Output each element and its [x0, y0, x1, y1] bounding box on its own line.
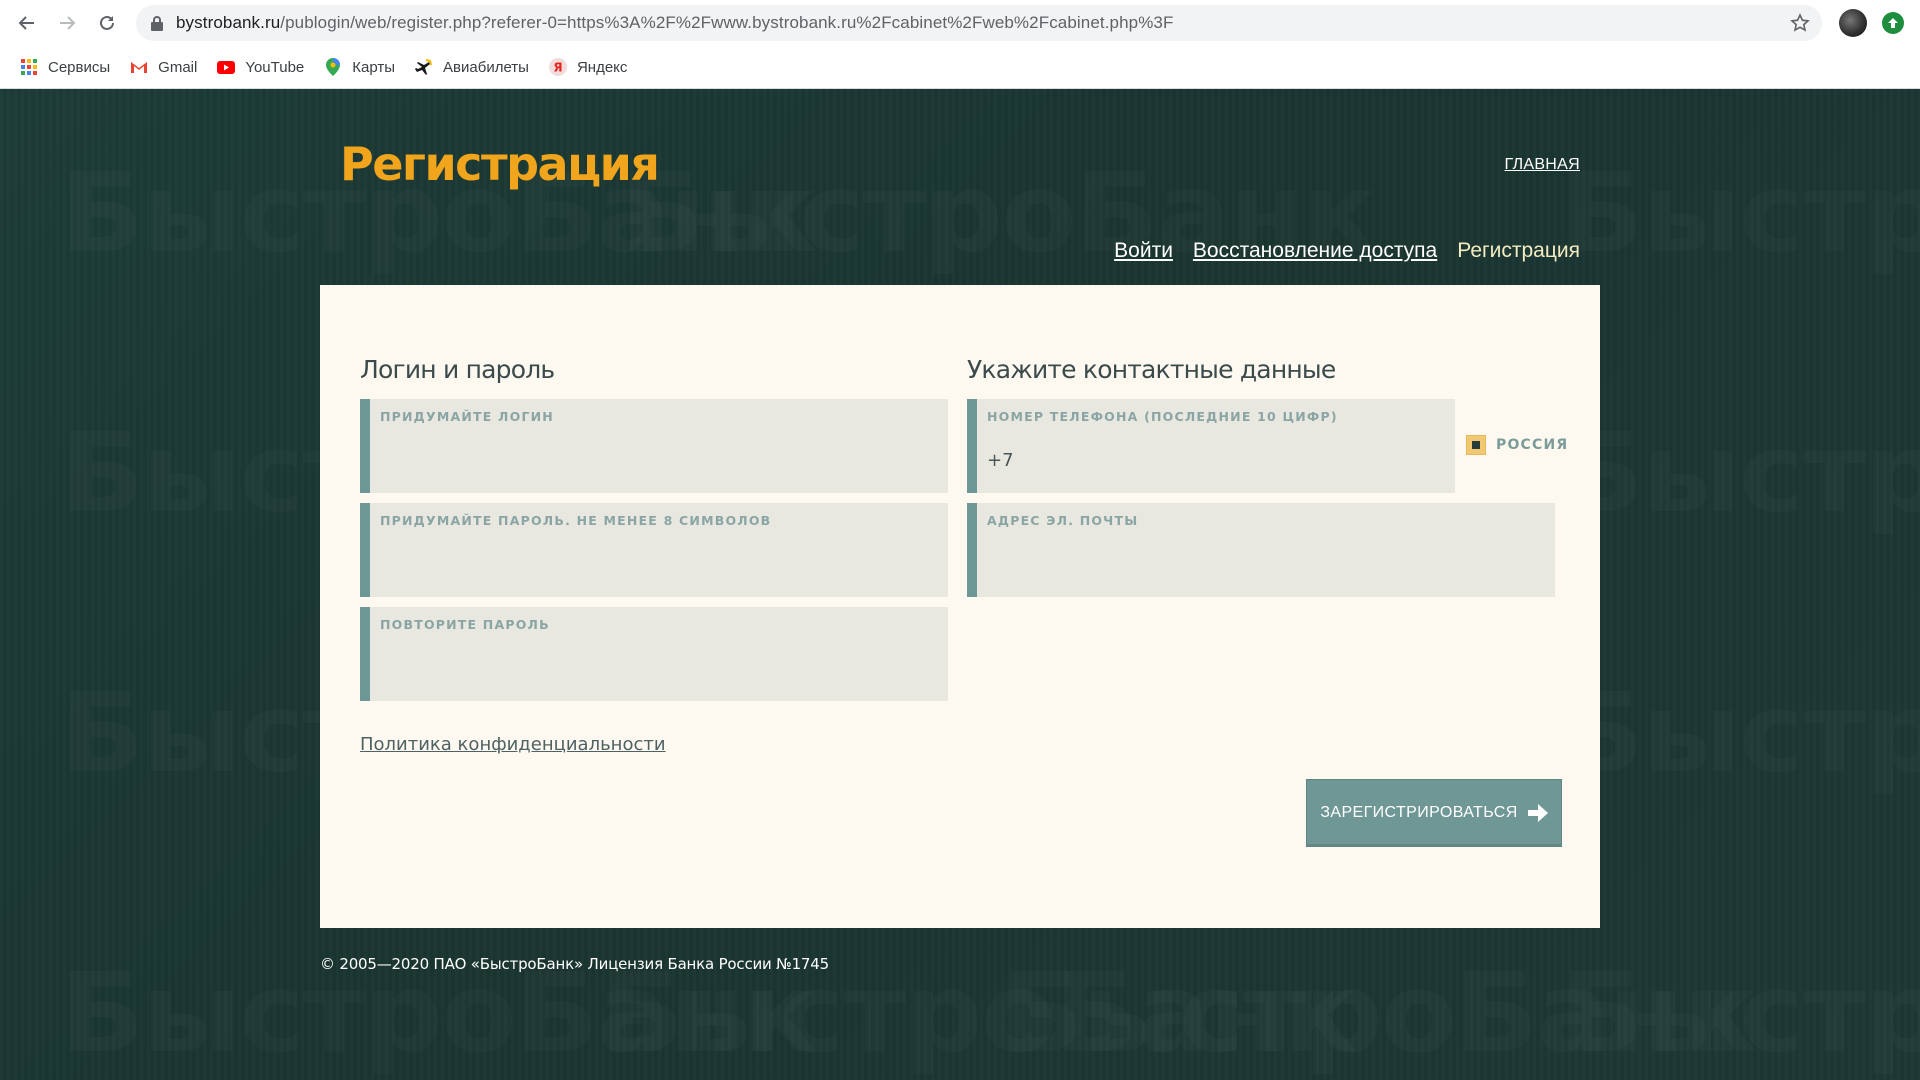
email-label: Адрес эл. почты	[987, 513, 1139, 528]
up-arrow-icon	[1888, 18, 1898, 28]
phone-label: Номер телефона (последние 10 цифр)	[987, 409, 1338, 424]
bookmark-services[interactable]: Сервисы	[20, 58, 110, 76]
watermark: БыстроБанк	[1560, 669, 1920, 797]
email-input[interactable]	[987, 553, 1547, 575]
section-title-contacts: Укажите контактные данные	[967, 355, 1336, 384]
register-button[interactable]: ЗАРЕГИСТРИРОВАТЬСЯ	[1306, 779, 1562, 847]
email-field[interactable]: Адрес эл. почты	[967, 503, 1555, 597]
watermark: БыстроБанк	[1560, 409, 1920, 537]
bookmark-flights[interactable]: Авиабилеты	[415, 58, 529, 76]
page-background: БыстроБанк БыстроБанк БыстроБанк БыстроБ…	[0, 89, 1920, 1080]
login-label: Придумайте логин	[380, 409, 554, 424]
bookmark-label: Gmail	[158, 58, 198, 76]
login-input[interactable]	[380, 449, 940, 471]
privacy-policy-link[interactable]: Политика конфиденциальности	[360, 734, 666, 755]
url-text: bystrobank.ru/publogin/web/register.php?…	[176, 13, 1173, 33]
yandex-icon: Я	[548, 58, 567, 76]
tab-recovery[interactable]: Восстановление доступа	[1193, 239, 1437, 263]
bookmark-yandex[interactable]: Я Яндекс	[548, 58, 628, 76]
register-button-label: ЗАРЕГИСТРИРОВАТЬСЯ	[1320, 804, 1518, 821]
section-title-credentials: Логин и пароль	[360, 355, 555, 384]
password-label: Придумайте пароль. Не менее 8 символов	[380, 513, 772, 528]
bookmark-gmail[interactable]: Gmail	[130, 58, 197, 76]
home-link[interactable]: ГЛАВНАЯ	[1505, 156, 1581, 174]
auth-tabs: Войти Восстановление доступа Регистрация	[1114, 239, 1580, 263]
bookmark-label: Сервисы	[48, 58, 111, 76]
lock-icon	[151, 16, 163, 31]
country-label: РОССИЯ	[1496, 437, 1569, 453]
bookmark-youtube[interactable]: YouTube	[217, 58, 304, 76]
tab-login[interactable]: Войти	[1114, 239, 1173, 263]
bookmark-label: Карты	[352, 58, 396, 76]
footer-copyright: © 2005—2020 ПАО «БыстроБанк» Лицензия Ба…	[320, 955, 829, 973]
apps-icon	[20, 58, 38, 76]
url-host: bystrobank.ru	[176, 13, 281, 32]
bookmarks-bar: Сервисы Gmail YouTube Карты Авиабилеты Я…	[0, 46, 1920, 89]
forward-arrow-icon	[60, 16, 76, 30]
checkbox-checked-icon	[1466, 435, 1486, 455]
watermark: БыстроБанк	[1560, 949, 1920, 1077]
bookmark-label: Яндекс	[576, 58, 628, 76]
bookmark-label: Авиабилеты	[443, 58, 529, 76]
arrow-right-icon	[1527, 804, 1548, 822]
youtube-icon	[217, 58, 236, 76]
browser-toolbar: bystrobank.ru/publogin/web/register.php?…	[0, 0, 1920, 46]
tab-registration[interactable]: Регистрация	[1457, 239, 1580, 263]
maps-icon	[324, 58, 342, 76]
repeat-password-label: Повторите пароль	[380, 617, 550, 632]
svg-text:Я: Я	[553, 61, 562, 75]
page-title: Регистрация	[340, 137, 660, 191]
phone-field[interactable]: Номер телефона (последние 10 цифр)	[967, 399, 1455, 493]
registration-card: Логин и пароль Укажите контактные данные…	[320, 285, 1600, 928]
password-field[interactable]: Придумайте пароль. Не менее 8 символов	[360, 503, 948, 597]
password-input[interactable]	[380, 553, 940, 575]
repeat-password-input[interactable]	[380, 657, 940, 679]
back-arrow-icon	[18, 16, 34, 30]
url-path: /publogin/web/register.php?referer-0=htt…	[280, 13, 1174, 32]
profile-avatar[interactable]	[1839, 9, 1867, 37]
gmail-icon	[130, 58, 148, 76]
login-field[interactable]: Придумайте логин	[360, 399, 948, 493]
reload-button[interactable]	[95, 11, 119, 35]
repeat-password-field[interactable]: Повторите пароль	[360, 607, 948, 701]
forward-button[interactable]	[55, 11, 79, 35]
address-bar[interactable]: bystrobank.ru/publogin/web/register.php?…	[136, 5, 1822, 41]
bookmark-star-icon[interactable]	[1790, 13, 1810, 33]
plane-icon	[415, 58, 433, 76]
watermark: БыстроБанк	[1560, 149, 1920, 277]
bookmark-maps[interactable]: Карты	[324, 58, 395, 76]
phone-input[interactable]	[987, 449, 1447, 471]
bookmark-label: YouTube	[245, 58, 305, 76]
country-checkbox[interactable]: РОССИЯ	[1466, 435, 1568, 455]
back-button[interactable]	[15, 11, 39, 35]
reload-icon	[100, 15, 114, 30]
extension-update-icon[interactable]	[1882, 12, 1904, 34]
